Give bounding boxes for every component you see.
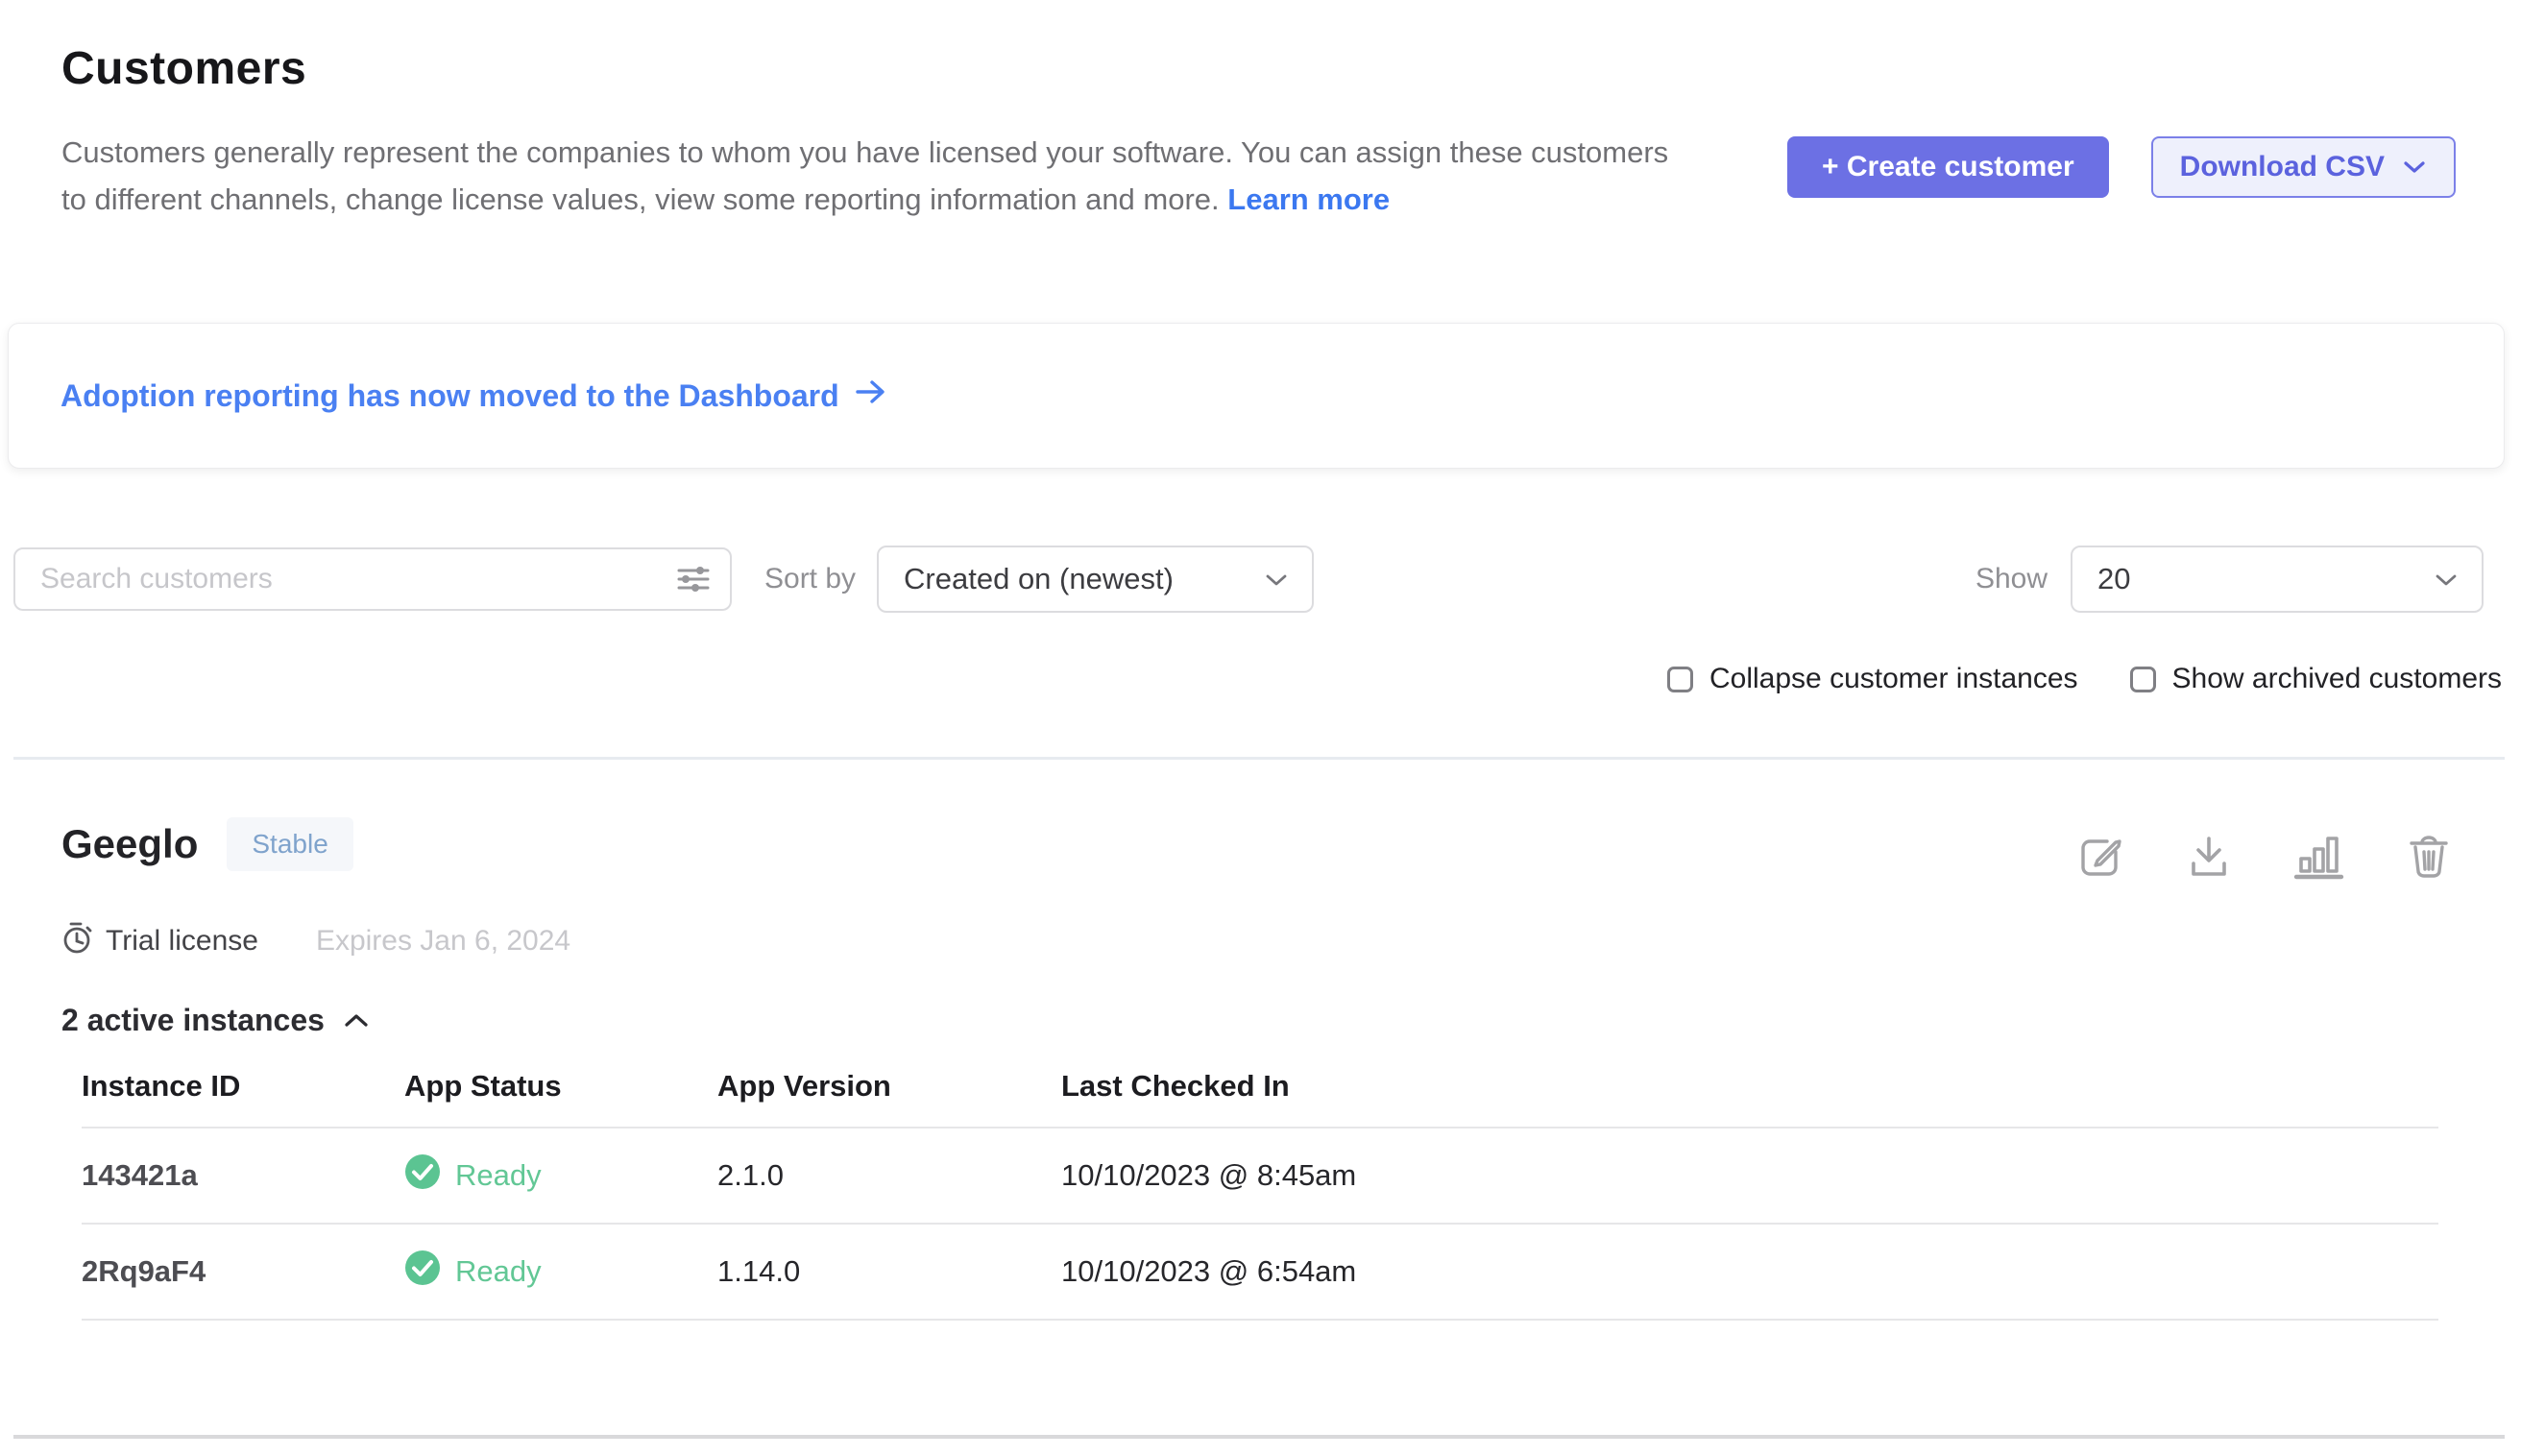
license-expiry: Expires Jan 6, 2024 (316, 925, 570, 958)
page-size-select[interactable]: 20 (2071, 546, 2484, 613)
download-customer-button[interactable] (2186, 833, 2232, 881)
instance-id-cell: 143421a (82, 1158, 404, 1193)
page-description: Customers generally represent the compan… (61, 129, 1694, 223)
chevron-up-icon (342, 1003, 371, 1038)
show-label: Show (1975, 563, 2048, 595)
search-input[interactable] (13, 547, 732, 611)
col-app-status: App Status (404, 1069, 717, 1104)
sort-select[interactable]: Created on (newest) (877, 546, 1314, 613)
edit-customer-button[interactable] (2076, 833, 2124, 881)
bar-chart-icon (2293, 869, 2345, 884)
channel-badge: Stable (227, 817, 352, 871)
chevron-down-icon (2434, 562, 2459, 596)
bottom-divider (13, 1435, 2505, 1439)
sort-select-value: Created on (newest) (904, 562, 1174, 596)
filters-checkbox-row: Collapse customer instances Show archive… (0, 663, 2502, 695)
license-row: Trial license Expires Jan 6, 2024 (61, 921, 2451, 960)
page-size-value: 20 (2097, 562, 2130, 596)
page-header: Customers Customers generally represent … (0, 0, 2545, 223)
chevron-down-icon (1264, 562, 1289, 596)
chevron-down-icon (2402, 151, 2427, 183)
timer-icon (61, 921, 94, 960)
instances-table-header: Instance ID App Status App Version Last … (82, 1042, 2438, 1128)
col-last-checked-in: Last Checked In (1061, 1069, 2438, 1104)
instances-table: Instance ID App Status App Version Last … (82, 1042, 2438, 1321)
check-circle-icon (404, 1250, 441, 1294)
download-csv-button[interactable]: Download CSV (2151, 136, 2456, 198)
header-actions: + Create customer Download CSV (1787, 136, 2456, 223)
app-status-text: Ready (455, 1158, 542, 1193)
search-wrap (13, 547, 732, 611)
app-status-cell: Ready (404, 1153, 717, 1198)
app-status-text: Ready (455, 1254, 542, 1289)
license-type-label: Trial license (106, 925, 258, 958)
col-app-version: App Version (717, 1069, 1061, 1104)
active-instances-label: 2 active instances (61, 1003, 325, 1038)
adoption-reporting-link[interactable]: Adoption reporting has now moved to the … (61, 377, 887, 414)
app-status-cell: Ready (404, 1250, 717, 1294)
customers-toolbar: Sort by Created on (newest) Show 20 (13, 546, 2484, 613)
customers-page: Customers Customers generally represent … (0, 0, 2545, 1456)
arrow-right-icon (855, 377, 887, 414)
instance-id-cell: 2Rq9aF4 (82, 1254, 404, 1289)
show-archived-checkbox[interactable] (2130, 667, 2156, 692)
collapse-instances-label: Collapse customer instances (1709, 663, 2078, 695)
download-csv-label: Download CSV (2180, 151, 2385, 183)
app-version-cell: 1.14.0 (717, 1254, 1061, 1289)
adoption-reporting-text: Adoption reporting has now moved to the … (61, 378, 839, 414)
customer-actions (2076, 833, 2451, 881)
table-row: 143421a Ready 2.1.0 10/10/2023 @ 8:45am (82, 1128, 2438, 1225)
page-description-text: Customers generally represent the compan… (61, 135, 1668, 216)
learn-more-link[interactable]: Learn more (1227, 182, 1390, 216)
download-icon (2186, 869, 2232, 884)
show-archived-checkbox-group[interactable]: Show archived customers (2130, 663, 2502, 695)
create-customer-button[interactable]: + Create customer (1787, 136, 2109, 198)
col-instance-id: Instance ID (82, 1069, 404, 1104)
customer-card: Geeglo Stable (61, 808, 2451, 1321)
page-title: Customers (61, 38, 2456, 100)
trash-icon (2407, 869, 2451, 884)
header-row: Customers generally represent the compan… (61, 129, 2456, 223)
edit-icon (2076, 869, 2124, 884)
delete-customer-button[interactable] (2407, 833, 2451, 881)
table-row: 2Rq9aF4 Ready 1.14.0 10/10/2023 @ 6:54am (82, 1225, 2438, 1321)
active-instances-toggle[interactable]: 2 active instances (61, 1003, 371, 1038)
filter-sliders-icon[interactable] (676, 563, 711, 600)
last-checked-in-cell: 10/10/2023 @ 6:54am (1061, 1254, 2438, 1289)
check-circle-icon (404, 1153, 441, 1198)
adoption-reporting-banner: Adoption reporting has now moved to the … (8, 323, 2505, 469)
collapse-instances-checkbox[interactable] (1667, 667, 1693, 692)
section-divider (13, 757, 2505, 760)
customer-name-link[interactable]: Geeglo (61, 821, 198, 867)
collapse-instances-checkbox-group[interactable]: Collapse customer instances (1667, 663, 2078, 695)
show-archived-label: Show archived customers (2172, 663, 2502, 695)
last-checked-in-cell: 10/10/2023 @ 8:45am (1061, 1158, 2438, 1193)
analytics-customer-button[interactable] (2293, 833, 2345, 881)
sort-by-label: Sort by (764, 563, 856, 595)
customer-head: Geeglo Stable (61, 808, 2451, 881)
app-version-cell: 2.1.0 (717, 1158, 1061, 1193)
